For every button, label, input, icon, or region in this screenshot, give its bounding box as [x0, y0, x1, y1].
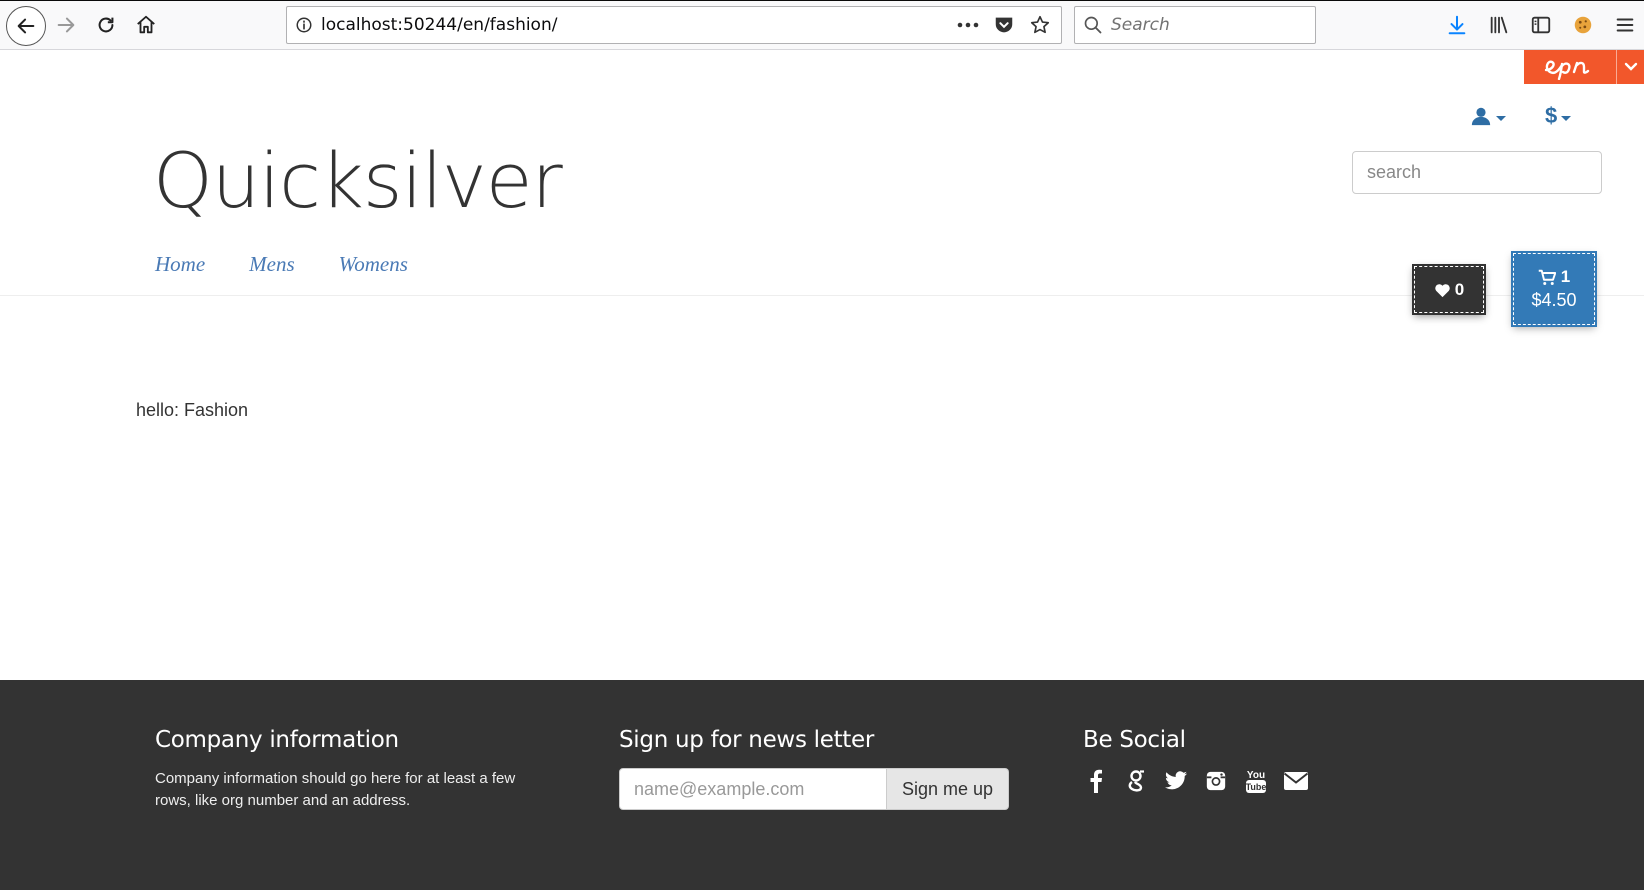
browser-search-input[interactable] [1111, 15, 1301, 35]
library-icon[interactable] [1482, 8, 1516, 42]
cart-total: $4.50 [1531, 290, 1577, 310]
info-icon[interactable] [287, 7, 321, 43]
wishlist-button[interactable]: 0 [1412, 264, 1486, 315]
footer-social-section: Be Social You Tube [1083, 727, 1309, 794]
currency-menu[interactable]: $ [1545, 103, 1572, 129]
header-divider [0, 295, 1644, 296]
site-search[interactable] [1352, 151, 1602, 194]
arrow-left-icon [17, 18, 35, 34]
bookmark-star-icon[interactable] [1027, 12, 1053, 38]
nav-item-home[interactable]: Home [155, 252, 205, 277]
chevron-down-icon [1624, 62, 1637, 71]
url-actions [955, 12, 1061, 38]
forward-button[interactable] [48, 8, 84, 42]
newsletter-signup-button[interactable]: Sign me up [887, 768, 1009, 810]
footer-company-section: Company information Company information … [155, 727, 535, 812]
browser-toolbar: localhost:50244/en/fashion/ [0, 0, 1644, 50]
download-icon[interactable] [1440, 8, 1474, 42]
search-icon [1084, 16, 1102, 34]
footer-newsletter-title: Sign up for news letter [619, 727, 875, 753]
currency-symbol: $ [1545, 103, 1558, 128]
episerver-toolbar[interactable] [1524, 50, 1644, 84]
home-button[interactable] [128, 8, 164, 42]
footer-newsletter-section: Sign up for news letter Sign me up [619, 727, 1009, 810]
user-icon [1471, 107, 1491, 126]
user-menu[interactable] [1470, 105, 1506, 127]
site-logo[interactable]: Quicksilver [153, 136, 563, 225]
nav-item-mens[interactable]: Mens [249, 252, 295, 277]
site-footer: Company information Company information … [0, 680, 1644, 890]
caret-down-icon [1496, 115, 1506, 121]
email-icon[interactable] [1283, 768, 1309, 794]
reload-icon [98, 17, 114, 33]
browser-search-bar[interactable] [1074, 6, 1316, 44]
hamburger-menu-icon[interactable] [1608, 8, 1642, 42]
heart-icon [1435, 283, 1450, 297]
site-search-input[interactable] [1367, 162, 1599, 183]
back-button[interactable] [6, 6, 46, 46]
page-content-text: hello: Fashion [136, 400, 249, 420]
cookie-icon[interactable] [1566, 8, 1600, 42]
cart-count-row: 1 [1538, 267, 1570, 287]
reload-button[interactable] [88, 8, 124, 42]
caret-down-icon [1561, 115, 1572, 121]
google-icon[interactable] [1123, 768, 1149, 794]
cart-button[interactable]: 1 $4.50 [1511, 251, 1597, 327]
cart-count: 1 [1560, 267, 1571, 286]
newsletter-form: Sign me up [619, 768, 1009, 810]
svg-text:Tube: Tube [1246, 782, 1267, 792]
shopping-cart-icon [1538, 269, 1556, 285]
facebook-icon[interactable] [1083, 768, 1109, 794]
url-bar[interactable]: localhost:50244/en/fashion/ [286, 6, 1062, 44]
svg-text:You: You [1247, 770, 1265, 781]
wishlist-count: 0 [1454, 279, 1465, 299]
social-links: You Tube [1083, 768, 1309, 794]
episerver-logo-mark [1544, 60, 1590, 80]
youtube-icon[interactable]: You Tube [1243, 768, 1269, 794]
home-icon [137, 15, 155, 34]
sidebar-icon[interactable] [1524, 8, 1558, 42]
nav-item-womens[interactable]: Womens [339, 252, 408, 277]
pocket-icon[interactable] [991, 12, 1017, 38]
footer-social-title: Be Social [1083, 727, 1186, 753]
tab-strip-line [0, 0, 1644, 1]
instagram-icon[interactable] [1203, 768, 1229, 794]
url-text[interactable]: localhost:50244/en/fashion/ [321, 15, 955, 35]
toolbar-right-icons [1440, 8, 1642, 42]
newsletter-email-input[interactable] [619, 768, 887, 810]
footer-company-text: Company information should go here for a… [155, 770, 516, 809]
more-actions-icon[interactable] [955, 12, 981, 38]
episerver-dropdown-toggle[interactable] [1616, 50, 1644, 84]
main-nav: Home Mens Womens [155, 252, 408, 277]
episerver-logo[interactable] [1524, 50, 1616, 84]
arrow-right-icon [57, 17, 75, 33]
twitter-icon[interactable] [1163, 768, 1189, 794]
footer-company-title: Company information [155, 727, 399, 753]
